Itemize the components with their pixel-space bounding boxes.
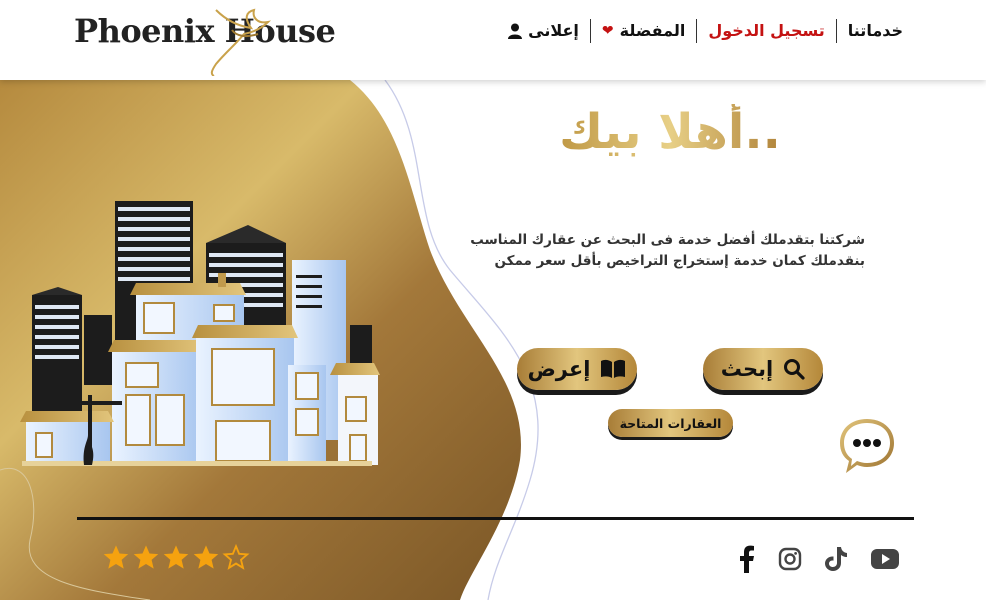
nav-my-ads[interactable]: إعلانى (497, 19, 590, 43)
phoenix-icon (210, 8, 272, 76)
description-line-2: بنقدملك كمان خدمة إستخراج التراخيص بأقل … (494, 253, 865, 269)
hero-description: شركتنا بتقدملك أفضل خدمة فى البحث عن عقا… (455, 230, 865, 272)
nav-my-ads-label: إعلانى (528, 21, 579, 40)
nav-login-label: تسجيل الدخول (708, 21, 825, 40)
available-properties-button[interactable]: العقارات المتاحة (608, 409, 733, 437)
header: Phoenix House خدماتنا تسجيل الدخول ❤ الم… (0, 0, 986, 80)
heart-icon: ❤ (601, 23, 614, 39)
search-icon (784, 359, 805, 380)
available-properties-label: العقارات المتاحة (619, 415, 722, 431)
nav-login[interactable]: تسجيل الدخول (696, 19, 835, 43)
star-filled-icon[interactable] (132, 543, 160, 571)
search-button[interactable]: إبحث (703, 348, 823, 390)
star-filled-icon[interactable] (102, 543, 130, 571)
nav-favorites[interactable]: ❤ المفضلة (589, 19, 696, 43)
main-nav: خدماتنا تسجيل الدخول ❤ المفضلة إعلانى (497, 18, 914, 44)
tiktok-icon[interactable] (824, 546, 848, 576)
show-button[interactable]: إعرض (517, 348, 637, 390)
show-button-label: إعرض (527, 357, 591, 381)
star-filled-icon[interactable] (192, 543, 220, 571)
rating-stars (102, 543, 250, 571)
description-line-1: شركتنا بتقدملك أفضل خدمة فى البحث عن عقا… (470, 232, 865, 248)
buildings-illustration (20, 201, 380, 466)
search-button-label: إبحث (720, 357, 774, 381)
instagram-icon[interactable] (778, 547, 802, 575)
chat-icon[interactable] (836, 415, 898, 477)
social-links (736, 545, 900, 577)
youtube-icon[interactable] (870, 548, 900, 574)
user-icon (508, 23, 523, 39)
nav-services[interactable]: خدماتنا (835, 19, 914, 43)
star-empty-icon[interactable] (222, 543, 250, 571)
star-filled-icon[interactable] (162, 543, 190, 571)
book-icon (601, 359, 626, 378)
welcome-title: أهلا بيك.. (540, 104, 800, 160)
nav-services-label: خدماتنا (847, 21, 903, 40)
nav-favorites-label: المفضلة (619, 21, 686, 40)
footer-divider (77, 517, 914, 520)
facebook-icon[interactable] (736, 545, 756, 577)
